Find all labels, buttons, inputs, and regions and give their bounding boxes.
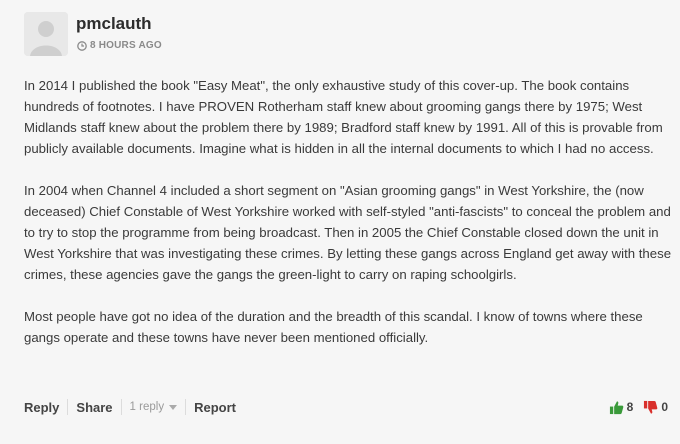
action-divider (185, 399, 187, 415)
vote-controls: 8 0 (609, 400, 668, 415)
comment-actions: Reply Share 1 reply Report 8 0 (24, 398, 668, 416)
timestamp-text: 8 HOURS AGO (90, 40, 162, 51)
comment-body: In 2014 I published the book "Easy Meat"… (24, 75, 676, 369)
upvote-button[interactable]: 8 (609, 400, 634, 415)
downvote-count: 0 (661, 400, 668, 414)
comment-paragraph: In 2004 when Channel 4 included a short … (24, 183, 672, 282)
caret-down-icon (169, 405, 178, 410)
comment-timestamp[interactable]: 8 HOURS AGO (77, 40, 162, 51)
avatar[interactable] (24, 12, 68, 56)
default-avatar-icon (24, 12, 68, 56)
share-button[interactable]: Share (76, 400, 112, 415)
replies-count-label: 1 reply (129, 401, 165, 413)
comment-paragraph: In 2014 I published the book "Easy Meat"… (24, 78, 663, 156)
action-divider (67, 399, 69, 415)
comment-author[interactable]: pmclauth (76, 14, 152, 34)
replies-toggle[interactable]: 1 reply (130, 401, 178, 413)
reply-button[interactable]: Reply (24, 400, 59, 415)
downvote-button[interactable]: 0 (643, 400, 668, 415)
clock-icon (77, 40, 87, 51)
thumbs-down-icon (644, 400, 658, 414)
report-button[interactable]: Report (194, 400, 236, 415)
thumbs-up-icon (609, 400, 623, 414)
comment-paragraph: Most people have got no idea of the dura… (24, 309, 643, 345)
action-divider (120, 399, 122, 415)
upvote-count: 8 (626, 400, 634, 414)
